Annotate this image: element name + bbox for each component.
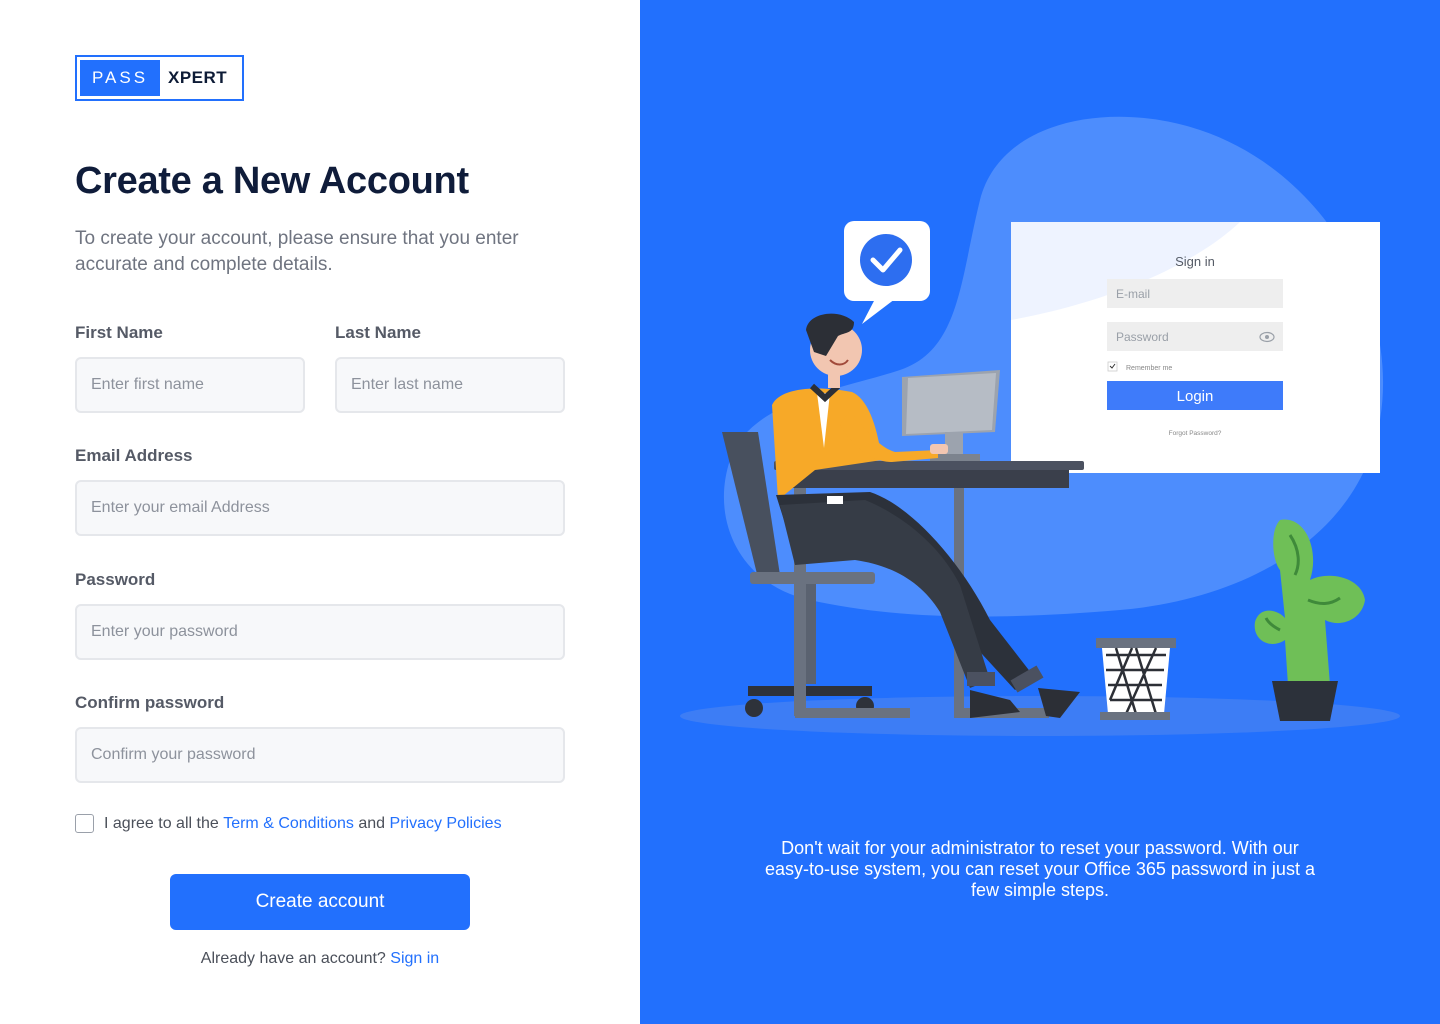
password-input[interactable]	[75, 604, 565, 660]
agree-prefix: I agree to all the	[104, 814, 219, 832]
password-label: Password	[75, 570, 156, 589]
card-remember-label: Remember me	[1126, 365, 1172, 372]
signin-prompt: Already have an account? Sign in	[0, 950, 640, 968]
last-name-input[interactable]	[335, 357, 565, 413]
signup-panel: PASS XPERT Create a New Account To creat…	[0, 0, 640, 1024]
signin-card: Sign in E-mail Password Remember me Logi…	[1011, 222, 1380, 473]
privacy-link[interactable]: Privacy Policies	[390, 815, 502, 833]
card-title: Sign in	[1175, 254, 1215, 269]
confirm-password-input[interactable]	[75, 727, 565, 783]
logo: PASS XPERT	[75, 55, 244, 101]
email-input[interactable]	[75, 480, 565, 536]
card-remember-checkbox	[1107, 361, 1118, 372]
terms-checkbox[interactable]	[75, 814, 94, 833]
create-account-button[interactable]: Create account	[170, 874, 470, 930]
last-name-label: Last Name	[335, 323, 421, 342]
signin-link[interactable]: Sign in	[390, 950, 439, 967]
terms-agreement: I agree to all the Term & Conditions and…	[75, 814, 502, 833]
promo-text: Don't wait for your administrator to res…	[765, 838, 1315, 900]
card-password-placeholder: Password	[1116, 330, 1169, 344]
promo-panel: Sign in E-mail Password Remember me Logi…	[640, 0, 1440, 1024]
email-label: Email Address	[75, 446, 193, 465]
terms-link[interactable]: Term & Conditions	[223, 815, 354, 833]
logo-xpert: XPERT	[168, 68, 228, 87]
page-subtitle: To create your account, please ensure th…	[75, 228, 519, 275]
logo-pass: PASS	[80, 60, 160, 96]
first-name-label: First Name	[75, 323, 163, 342]
confirm-password-label: Confirm password	[75, 693, 225, 712]
wastebasket	[1096, 638, 1176, 720]
agree-and: and	[358, 814, 386, 832]
check-bubble	[844, 221, 930, 324]
signin-prompt-text: Already have an account?	[200, 950, 386, 967]
first-name-input[interactable]	[75, 357, 305, 413]
card-email-placeholder: E-mail	[1116, 287, 1150, 301]
card-forgot-link: Forgot Password?	[1169, 430, 1222, 437]
card-login-label: Login	[1177, 388, 1214, 405]
check-circle-icon	[860, 234, 912, 286]
page-title: Create a New Account	[75, 160, 469, 202]
